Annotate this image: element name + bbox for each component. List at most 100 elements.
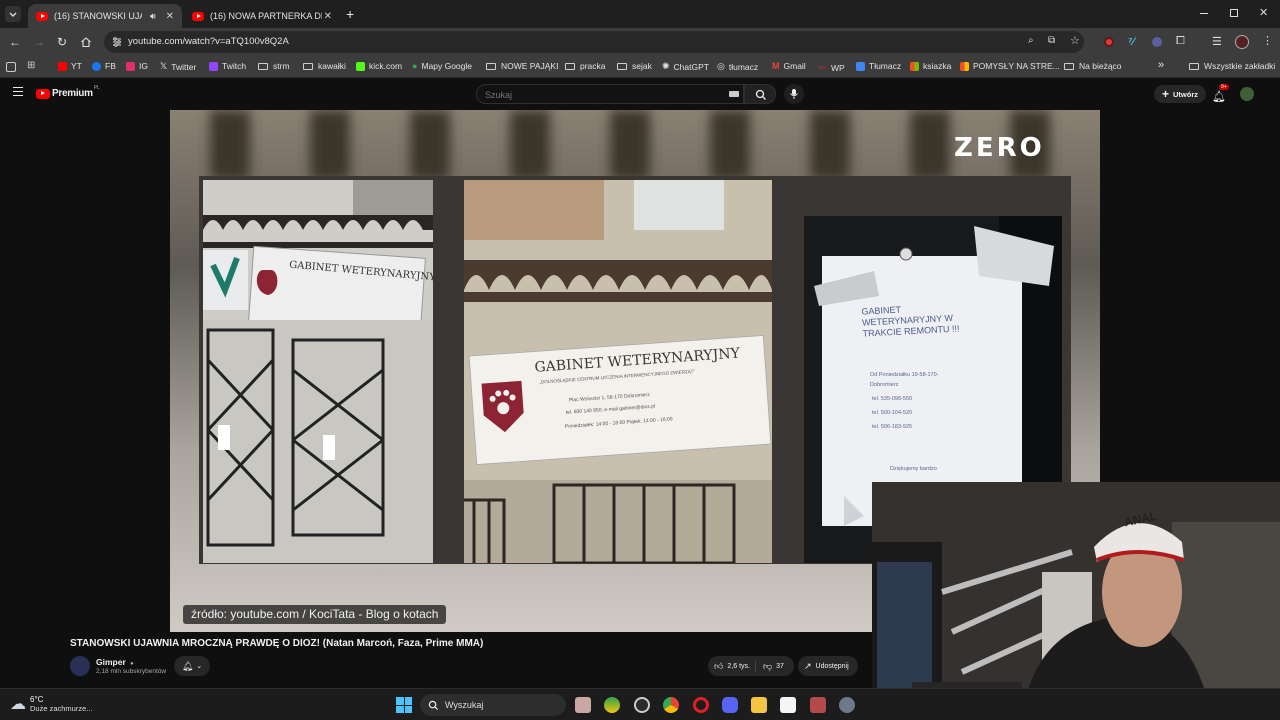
discord-app-icon[interactable] (722, 697, 738, 713)
notification-count-badge: 9+ (1219, 84, 1229, 90)
profile-avatar[interactable] (1235, 35, 1249, 49)
source-caption: źródło: youtube.com / KociTata - Blog o … (183, 605, 447, 624)
apps-grid-icon[interactable]: ⊞ (27, 60, 35, 71)
more-bookmarks-icon[interactable]: » (1158, 59, 1164, 71)
brave-app-icon[interactable] (604, 697, 620, 713)
notice-line: Od Poniedziałku 19-58-170- (870, 372, 939, 378)
bookmark-ig[interactable]: IG (126, 61, 148, 71)
like-dislike-group: 👍︎ 2,6 tys. 👎︎ 37 (708, 656, 794, 676)
maximize-window-icon[interactable] (1230, 9, 1238, 17)
bookmark-nowe-pajaki[interactable]: NOWE PAJĄKI (486, 61, 558, 71)
create-button[interactable]: + Utwórz (1154, 85, 1207, 103)
youtube-header: Premium PL + Utwórz 🔔︎ 9+ (0, 78, 1280, 110)
channel-name[interactable]: Gimper ● (96, 657, 134, 667)
chrome-app-icon[interactable] (663, 697, 679, 713)
notice-line: Dziękujemy bardzo (890, 466, 937, 472)
site-info-icon[interactable] (111, 36, 123, 48)
bookmark-pracka[interactable]: pracka (565, 61, 606, 71)
bookmark-mapy[interactable]: ● Mapy Google (412, 61, 472, 71)
opera-app-icon[interactable] (693, 697, 709, 713)
search-input[interactable] (485, 88, 715, 102)
extension-circle-icon[interactable] (1152, 37, 1162, 47)
subscribed-notifications-button[interactable]: 🔔︎ ⌄ (174, 656, 210, 676)
bookmark-star-icon[interactable]: ☆ (1070, 34, 1080, 47)
start-button[interactable] (396, 697, 412, 713)
folder-icon (486, 62, 496, 70)
bookmark-wp[interactable]: 〰 WP (818, 61, 845, 74)
weather-widget[interactable]: ☁ 6°C Duże zachmurze... (10, 694, 93, 714)
tab-nowa-partnerka[interactable]: (16) NOWA PARTNERKA DELOR ✕ (184, 4, 340, 28)
youtube-logo-icon (36, 88, 50, 99)
bookmark-kick[interactable]: kick.com (356, 61, 402, 71)
bookmark-strm[interactable]: strm (258, 61, 290, 71)
reload-icon[interactable]: ↻ (54, 34, 70, 50)
bookmark-pomysly[interactable]: POMYSŁY NA STRE... (960, 61, 1060, 71)
media-app-icon[interactable] (810, 697, 826, 713)
settings-gear-icon[interactable] (839, 697, 855, 713)
install-app-icon[interactable]: ⧉ (1048, 35, 1055, 46)
browser-toolbar: ← → ↻ youtube.com/watch?v=aTQ100v8Q2A ⌕ … (0, 28, 1280, 56)
keyboard-icon[interactable] (729, 91, 739, 97)
account-avatar[interactable] (1240, 87, 1254, 101)
verified-icon: ● (130, 661, 134, 667)
bookmark-kawalki[interactable]: kawałki (303, 61, 346, 71)
twitch-icon (209, 61, 218, 71)
photo-panel-middle: GABINET WETERYNARYJNY „DOLNOŚLĄSKIE CENT… (464, 180, 772, 563)
bookmark-chatgpt[interactable]: ✺ ChatGPT (662, 61, 709, 72)
record-extension-icon[interactable] (1104, 37, 1114, 47)
channel-avatar[interactable] (70, 656, 90, 676)
forward-icon[interactable]: → (31, 34, 47, 50)
search-button[interactable] (744, 84, 776, 104)
bookmark-gmail[interactable]: M Gmail (772, 61, 806, 71)
tab-search-button[interactable] (5, 6, 21, 22)
windows-squares-icon (960, 61, 969, 71)
dislike-button[interactable]: 👎︎ 37 (756, 661, 784, 672)
hamburger-menu-icon[interactable] (13, 87, 23, 96)
like-button[interactable]: 👍︎ 2,6 tys. (708, 660, 756, 672)
speaker-icon[interactable]: 🔊︎ (150, 11, 156, 22)
notice-line: tel. 535-098-550 (872, 396, 913, 402)
minimize-window-icon[interactable] (1200, 13, 1208, 14)
voice-search-button[interactable] (784, 84, 804, 104)
tab-stanowski[interactable]: (16) STANOWSKI UJAWNIA 🔊︎ ✕ (28, 4, 182, 28)
close-tab-icon[interactable]: ✕ (166, 11, 174, 22)
paint-app-icon[interactable] (575, 697, 591, 713)
extension-icon[interactable]: ⁷⁄ (1128, 36, 1134, 48)
wp-icon: 〰 (818, 63, 828, 73)
close-tab-icon[interactable]: ✕ (324, 11, 332, 22)
x-icon: 𝕏 (160, 61, 168, 71)
bookmark-sejak[interactable]: sejak (617, 61, 652, 71)
all-bookmarks-folder[interactable]: Wszystkie zakładki (1189, 61, 1275, 71)
sidebar-toggle-icon[interactable] (6, 62, 16, 72)
new-tab-button[interactable]: + (346, 6, 354, 22)
bookmark-yt[interactable]: YT (58, 61, 82, 71)
logo-text: Premium (52, 88, 93, 99)
browser-tab-strip: (16) STANOWSKI UJAWNIA 🔊︎ ✕ (16) NOWA PA… (0, 0, 1280, 28)
bookmark-fb[interactable]: FB (92, 61, 116, 71)
zoom-icon[interactable]: ⌕ (1028, 35, 1034, 46)
bookmark-tlumacz[interactable]: ◎ tłumacz (717, 61, 758, 72)
obs-app-icon[interactable] (634, 697, 650, 713)
bookmark-na-biezaco[interactable]: Na bieżąco (1064, 61, 1122, 71)
browser-menu-icon[interactable]: ⋮ (1262, 34, 1273, 47)
capcut-app-icon[interactable] (780, 697, 796, 713)
taskbar-search[interactable]: Wyszukaj (420, 694, 566, 716)
tab-title: (16) NOWA PARTNERKA DELOR (210, 11, 322, 21)
home-icon[interactable] (78, 34, 94, 50)
bookmark-tlumacz-google[interactable]: Tłumacz (856, 61, 901, 71)
bookmark-twitch[interactable]: Twitch (209, 61, 246, 71)
bookmark-ksiazka[interactable]: ksiazka (910, 61, 951, 71)
close-window-icon[interactable]: ✕ (1259, 6, 1268, 19)
youtube-premium-logo[interactable]: Premium PL (36, 84, 100, 99)
country-badge: PL (93, 84, 100, 91)
bookmark-twitter[interactable]: 𝕏 Twitter (160, 61, 196, 72)
back-icon[interactable]: ← (7, 34, 23, 50)
search-icon (755, 89, 766, 100)
translate-icon (856, 61, 865, 71)
file-explorer-icon[interactable] (751, 697, 767, 713)
share-button[interactable]: ↗ Udostępnij (798, 656, 858, 676)
address-bar[interactable]: youtube.com/watch?v=aTQ100v8Q2A ⌕ ⧉ ☆ (104, 31, 1084, 53)
puzzle-extensions-icon[interactable]: ⧠ (1176, 35, 1185, 48)
side-panel-icon[interactable]: ☰ (1212, 35, 1222, 48)
notifications-button[interactable]: 🔔︎ 9+ (1212, 84, 1229, 105)
